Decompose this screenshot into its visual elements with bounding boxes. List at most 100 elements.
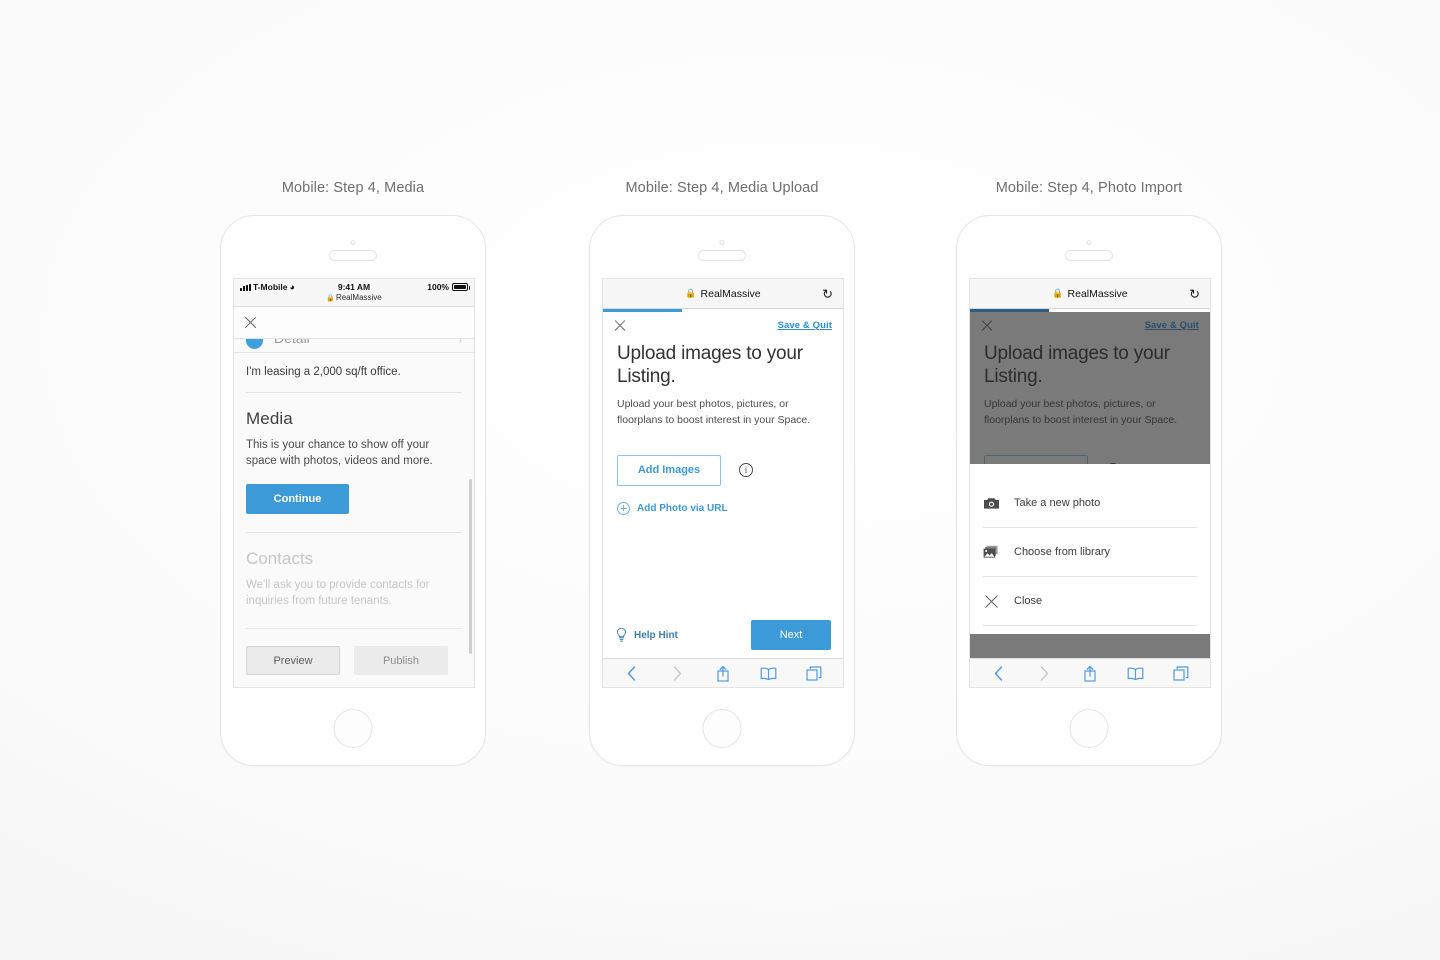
camera-icon	[719, 240, 725, 245]
screen-group-photo-import: Mobile: Step 4, Photo Import 🔒 RealMassi…	[939, 180, 1239, 766]
site-name: RealMassive	[335, 293, 382, 302]
help-hint-label: Help Hint	[634, 629, 678, 641]
step-complete-dot-icon	[246, 339, 263, 349]
sheet-bottom-spacer	[983, 626, 1197, 634]
sheet-top-spacer	[983, 464, 1197, 479]
next-button[interactable]: Next	[751, 620, 831, 650]
close-icon[interactable]	[243, 315, 258, 330]
screen-group-media: Mobile: Step 4, Media T-Mobile ◕ 9:41 AM…	[203, 180, 503, 766]
url-pill[interactable]: 🔒 RealMassive	[685, 288, 760, 300]
bookmarks-icon[interactable]	[760, 664, 778, 682]
camera-icon	[983, 495, 1000, 512]
url-label: RealMassive	[700, 287, 761, 300]
browser-address-bar[interactable]: 🔒 RealMassive ↻	[970, 279, 1210, 309]
action-take-new-photo[interactable]: Take a new photo	[983, 479, 1197, 528]
back-chevron-icon[interactable]	[623, 664, 641, 682]
app-nav-bar	[234, 307, 474, 339]
reload-icon[interactable]: ↻	[1189, 287, 1200, 300]
speaker-grill	[329, 250, 377, 261]
continue-button[interactable]: Continue	[246, 483, 349, 514]
help-hint-button[interactable]: Help Hint	[615, 627, 678, 643]
footer-actions: Preview Publish	[246, 629, 462, 676]
tabs-icon[interactable]	[805, 664, 823, 682]
detail-section-label: Detail	[274, 339, 310, 346]
home-button[interactable]	[702, 709, 742, 748]
screens-canvas: Mobile: Step 4, Media T-Mobile ◕ 9:41 AM…	[0, 0, 1440, 960]
vertical-scrollbar[interactable]	[469, 479, 472, 654]
screen-caption: Mobile: Step 4, Media	[281, 180, 425, 196]
tabs-icon[interactable]	[1172, 664, 1190, 682]
camera-icon	[1086, 240, 1092, 245]
screen-group-media-upload: Mobile: Step 4, Media Upload 🔒 RealMassi…	[572, 180, 872, 766]
status-right: 100%	[427, 282, 470, 292]
add-photo-via-url-row[interactable]: Add Photo via URL	[617, 486, 829, 515]
speaker-grill	[1065, 250, 1113, 261]
upload-heading: Upload images to your Listing.	[984, 343, 1170, 388]
lightbulb-icon	[616, 627, 627, 642]
media-body: This is your chance to show off your spa…	[246, 439, 433, 468]
reload-icon[interactable]: ↻	[822, 287, 833, 300]
back-chevron-icon[interactable]	[990, 664, 1008, 682]
phone-screen: 🔒 RealMassive ↻ Save & Quit Upload image…	[969, 278, 1211, 688]
action-label: Choose from library	[1014, 546, 1110, 558]
battery-full-icon	[452, 283, 470, 291]
action-close[interactable]: Close	[983, 577, 1197, 626]
app-scroll-body: Detail › I'm leasing a 2,000 sq/ft offic…	[234, 339, 474, 687]
upload-content: Upload images to your Listing. Upload yo…	[603, 340, 843, 515]
ios-status-bar: T-Mobile ◕ 9:41 AM 🔒RealMassive 100%	[234, 279, 474, 307]
publish-button[interactable]: Publish	[354, 646, 448, 676]
forward-chevron-icon	[668, 664, 686, 682]
upload-body: Upload your best photos, pictures, or fl…	[984, 398, 1178, 426]
close-icon[interactable]	[980, 318, 994, 332]
contacts-body: We'll ask you to provide contacts for in…	[246, 578, 430, 607]
speaker-grill	[698, 250, 746, 261]
save-and-quit-link[interactable]: Save & Quit	[1145, 320, 1199, 331]
home-button[interactable]	[333, 709, 373, 748]
share-icon[interactable]	[1081, 664, 1099, 682]
app-nav-bar: Save & Quit	[603, 312, 843, 340]
device-frame: 🔒 RealMassive ↻ Save & Quit Upload image…	[589, 215, 855, 766]
device-frame: T-Mobile ◕ 9:41 AM 🔒RealMassive 100% › I…	[220, 215, 486, 766]
close-icon[interactable]	[613, 318, 627, 332]
action-label: Close	[1014, 595, 1043, 607]
preview-button[interactable]: Preview	[246, 646, 340, 676]
browser-toolbar	[603, 658, 843, 687]
save-and-quit-link[interactable]: Save & Quit	[778, 320, 832, 331]
dimmed-page-area: Save & Quit Upload images to your Listin…	[970, 312, 1210, 663]
screen-caption: Mobile: Step 4, Photo Import	[995, 180, 1183, 196]
add-images-button[interactable]: Add Images	[617, 454, 721, 486]
phone-screen: T-Mobile ◕ 9:41 AM 🔒RealMassive 100% › I…	[233, 278, 475, 688]
action-choose-from-library[interactable]: Choose from library	[983, 528, 1197, 577]
photo-library-icon	[983, 544, 1000, 561]
camera-icon	[350, 240, 356, 245]
add-images-row: Add Images i	[617, 428, 829, 486]
close-icon	[983, 593, 1000, 610]
upload-body: Upload your best photos, pictures, or fl…	[617, 398, 811, 426]
content-section: I'm leasing a 2,000 sq/ft office. Media …	[234, 353, 474, 676]
site-label: 🔒RealMassive	[234, 293, 474, 302]
chevron-right-icon: ›	[458, 339, 462, 346]
url-pill[interactable]: 🔒 RealMassive	[1052, 288, 1127, 300]
detail-value: I'm leasing a 2,000 sq/ft office.	[246, 353, 462, 393]
device-frame: 🔒 RealMassive ↻ Save & Quit Upload image…	[956, 215, 1222, 766]
media-heading: Media	[246, 409, 293, 428]
lock-icon: 🔒	[326, 295, 335, 302]
upload-heading: Upload images to your Listing.	[617, 343, 803, 388]
bookmarks-icon[interactable]	[1127, 664, 1145, 682]
photo-import-action-sheet: Take a new photo Choose from library Clo…	[970, 464, 1210, 634]
share-icon[interactable]	[714, 664, 732, 682]
action-label: Take a new photo	[1014, 497, 1101, 509]
phone-screen: 🔒 RealMassive ↻ Save & Quit Upload image…	[602, 278, 844, 688]
scrolled-detail-row[interactable]: Detail ›	[234, 339, 474, 353]
lock-icon: 🔒	[685, 288, 697, 298]
url-label: RealMassive	[1067, 287, 1128, 300]
contacts-heading: Contacts	[246, 548, 314, 568]
browser-address-bar[interactable]: 🔒 RealMassive ↻	[603, 279, 843, 309]
screen-caption: Mobile: Step 4, Media Upload	[625, 180, 819, 196]
home-button[interactable]	[1069, 709, 1109, 748]
app-nav-bar: Save & Quit	[970, 312, 1210, 340]
step-actions: Help Hint Next	[603, 612, 843, 658]
plus-circle-icon	[617, 501, 630, 515]
info-circle-icon[interactable]: i	[739, 463, 753, 478]
lock-icon: 🔒	[1052, 288, 1064, 298]
